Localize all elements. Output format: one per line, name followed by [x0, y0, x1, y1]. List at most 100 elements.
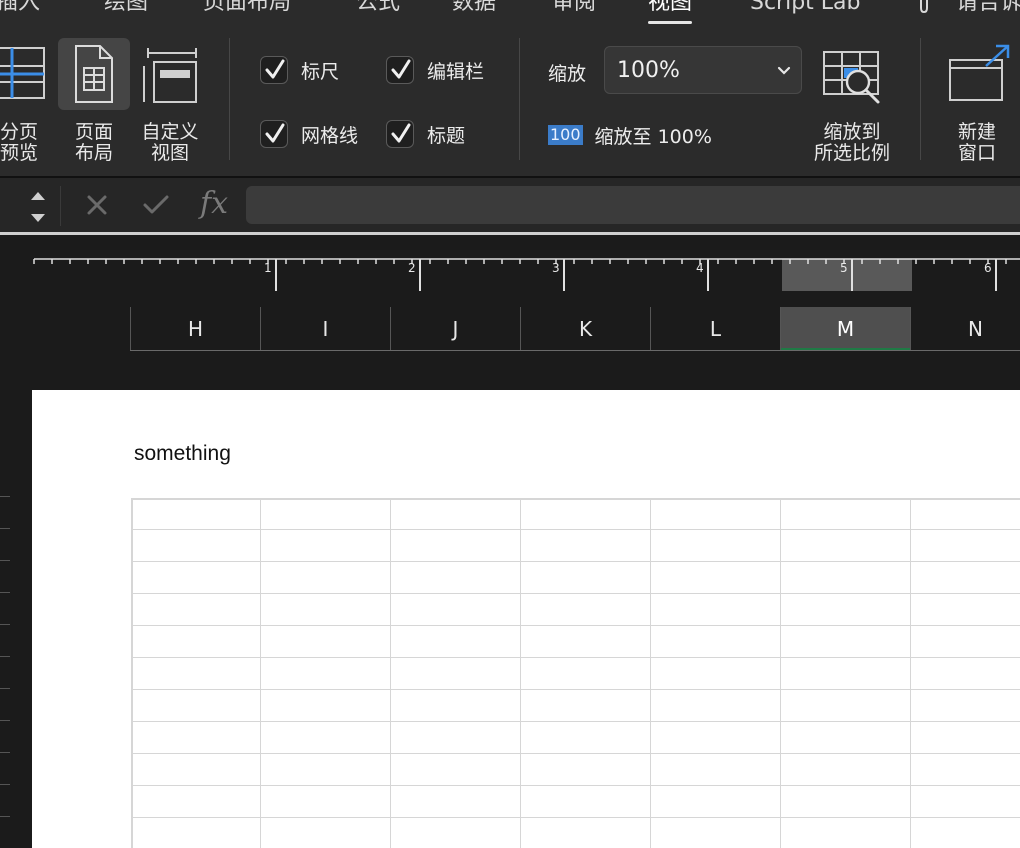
cell[interactable]	[131, 498, 261, 530]
cell[interactable]	[521, 690, 651, 722]
cell[interactable]	[781, 626, 911, 658]
zoom-to-selection-button[interactable]: 缩放到 所选比例	[806, 38, 898, 164]
cell[interactable]	[131, 562, 261, 594]
column-header-j[interactable]: J	[390, 307, 520, 351]
cell[interactable]	[131, 626, 261, 658]
cell[interactable]	[911, 658, 1020, 690]
headings-checkbox[interactable]: 标题	[386, 118, 465, 150]
cell[interactable]	[911, 626, 1020, 658]
cell[interactable]	[911, 690, 1020, 722]
cell[interactable]	[911, 530, 1020, 562]
cell[interactable]	[521, 562, 651, 594]
cell[interactable]	[261, 626, 391, 658]
tab-view[interactable]: 视图	[648, 0, 693, 24]
name-box-stepper-icon[interactable]	[26, 184, 50, 228]
cell[interactable]	[521, 722, 651, 754]
cell[interactable]	[261, 690, 391, 722]
tab-formulas[interactable]: 公式	[356, 0, 400, 18]
column-header-h[interactable]: H	[130, 307, 260, 351]
cell[interactable]	[391, 594, 521, 626]
cell[interactable]	[781, 818, 911, 848]
cell[interactable]	[651, 722, 781, 754]
tab-data[interactable]: 数据	[452, 0, 496, 18]
cell[interactable]	[391, 722, 521, 754]
cell[interactable]	[131, 754, 261, 786]
enter-check-icon[interactable]	[142, 194, 170, 216]
cell[interactable]	[911, 594, 1020, 626]
cell[interactable]	[261, 754, 391, 786]
cell[interactable]	[261, 786, 391, 818]
column-header-m[interactable]: M	[780, 307, 910, 351]
cell[interactable]	[911, 498, 1020, 530]
cell[interactable]	[131, 722, 261, 754]
column-header-k[interactable]: K	[520, 307, 650, 351]
cell[interactable]	[781, 754, 911, 786]
cell[interactable]	[651, 786, 781, 818]
cell[interactable]	[131, 818, 261, 848]
cell[interactable]	[131, 786, 261, 818]
cell[interactable]	[651, 498, 781, 530]
cell[interactable]	[651, 690, 781, 722]
insert-function-icon[interactable]: fx	[200, 186, 228, 221]
cancel-icon[interactable]	[86, 194, 108, 216]
cell[interactable]	[261, 722, 391, 754]
horizontal-ruler[interactable]: 1 2 3 4 5 6	[0, 235, 1020, 305]
cell[interactable]	[781, 658, 911, 690]
cell[interactable]	[651, 626, 781, 658]
cell[interactable]	[911, 818, 1020, 848]
cell[interactable]	[391, 786, 521, 818]
cell[interactable]	[781, 786, 911, 818]
cell[interactable]	[911, 722, 1020, 754]
cell[interactable]	[651, 754, 781, 786]
cell[interactable]	[521, 530, 651, 562]
cell[interactable]	[781, 722, 911, 754]
cell[interactable]	[911, 786, 1020, 818]
cell[interactable]	[391, 562, 521, 594]
cell[interactable]	[391, 498, 521, 530]
cell[interactable]	[131, 594, 261, 626]
formula-input[interactable]	[246, 186, 1020, 224]
cell[interactable]	[521, 626, 651, 658]
cell[interactable]	[521, 818, 651, 848]
cell[interactable]	[781, 498, 911, 530]
cell[interactable]	[521, 594, 651, 626]
cell[interactable]	[781, 562, 911, 594]
cell[interactable]	[651, 658, 781, 690]
cell[interactable]	[391, 530, 521, 562]
cell[interactable]	[521, 754, 651, 786]
column-header-l[interactable]: L	[650, 307, 780, 351]
cell[interactable]	[651, 594, 781, 626]
tab-insert[interactable]: 插入	[0, 0, 40, 18]
cell[interactable]	[261, 562, 391, 594]
cell[interactable]	[521, 786, 651, 818]
page-break-preview-button[interactable]: 分页 预览	[0, 38, 48, 164]
cell[interactable]	[781, 594, 911, 626]
cell[interactable]	[391, 754, 521, 786]
custom-views-button[interactable]: 自定义 视图	[134, 38, 206, 164]
cell[interactable]	[261, 658, 391, 690]
cell[interactable]	[651, 530, 781, 562]
column-header-i[interactable]: I	[260, 307, 390, 351]
cell[interactable]	[391, 658, 521, 690]
cell[interactable]	[131, 658, 261, 690]
column-header-n[interactable]: N	[910, 307, 1020, 351]
gridlines-checkbox[interactable]: 网格线	[260, 118, 358, 150]
cell[interactable]	[261, 530, 391, 562]
tab-page-layout[interactable]: 页面布局	[203, 0, 291, 18]
page-layout-view-button[interactable]	[58, 38, 130, 110]
cell[interactable]	[651, 562, 781, 594]
cell[interactable]	[261, 498, 391, 530]
tell-me-search[interactable]: 请告诉	[956, 0, 1020, 18]
ruler-checkbox[interactable]: 标尺	[260, 54, 339, 86]
zoom-to-100-button[interactable]: 100 缩放至 100%	[548, 122, 712, 148]
cell[interactable]	[261, 594, 391, 626]
cell[interactable]	[911, 754, 1020, 786]
cell[interactable]	[521, 658, 651, 690]
cell[interactable]	[261, 818, 391, 848]
cell[interactable]	[131, 690, 261, 722]
tab-review[interactable]: 审阅	[552, 0, 596, 18]
cell[interactable]	[391, 818, 521, 848]
new-window-button[interactable]: 新建 窗口	[938, 38, 1016, 164]
cell[interactable]	[521, 498, 651, 530]
cell[interactable]	[391, 690, 521, 722]
